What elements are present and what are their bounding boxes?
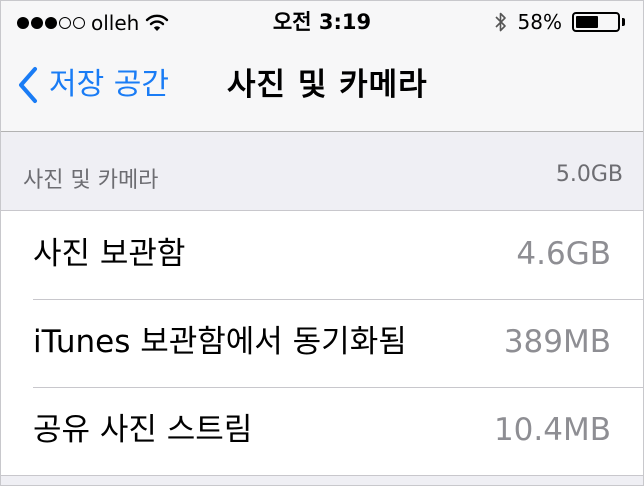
bluetooth-icon	[494, 12, 506, 32]
navigation-bar: 저장 공간 사진 및 카메라	[1, 45, 643, 132]
page-title: 사진 및 카메라	[227, 67, 428, 103]
screen: olleh 오전 3:19 58% 저장 공간 사진 및 카메라 사진 및 카메…	[0, 0, 644, 486]
battery-percent: 58%	[517, 10, 562, 34]
list-item-size: 10.4MB	[493, 412, 611, 448]
battery-tip	[622, 18, 625, 26]
section-header: 사진 및 카메라 5.0GB	[1, 132, 643, 211]
list-item-size: 389MB	[503, 324, 611, 360]
list-item-label: 사진 보관함	[33, 236, 186, 272]
chevron-left-icon	[19, 67, 37, 103]
status-bar: olleh 오전 3:19 58%	[1, 1, 643, 45]
list-item[interactable]: 공유 사진 스트림 10.4MB	[1, 387, 643, 475]
list-item-size: 4.6GB	[516, 236, 611, 272]
battery-level-fill	[576, 16, 598, 28]
status-right: 58%	[494, 9, 625, 35]
battery-icon	[572, 12, 620, 32]
list-item[interactable]: 사진 보관함 4.6GB	[1, 211, 643, 299]
list-item[interactable]: iTunes 보관함에서 동기화됨 389MB	[1, 299, 643, 387]
section-header-label: 사진 및 카메라	[23, 168, 159, 193]
back-button[interactable]: 저장 공간	[17, 65, 169, 105]
list-item-label: 공유 사진 스트림	[33, 412, 253, 448]
back-button-label: 저장 공간	[49, 67, 169, 102]
storage-list: 사진 보관함 4.6GB iTunes 보관함에서 동기화됨 389MB 공유 …	[1, 211, 643, 476]
list-item-label: iTunes 보관함에서 동기화됨	[33, 324, 407, 360]
section-header-total: 5.0GB	[555, 162, 623, 187]
